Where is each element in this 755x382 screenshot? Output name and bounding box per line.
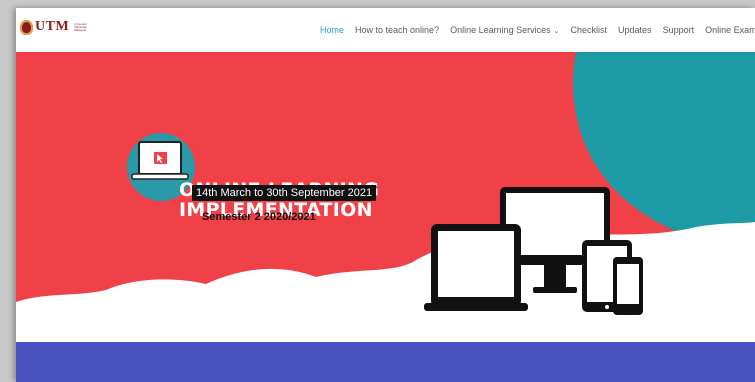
date-range-label: 14th March to 30th September 2021 xyxy=(192,185,377,201)
nav-support[interactable]: Support xyxy=(663,25,695,36)
semester-label: Semester 2 2020/2021 xyxy=(202,211,316,223)
site-header: UTM Universiti Teknologi Malaysia Home H… xyxy=(16,8,755,52)
browser-page: UTM Universiti Teknologi Malaysia Home H… xyxy=(16,8,755,382)
nav-home[interactable]: Home xyxy=(320,25,344,36)
utm-logo[interactable]: UTM Universiti Teknologi Malaysia xyxy=(20,19,98,35)
hero-banner: ONLINE LEARNING IMPLEMENTATION xyxy=(16,52,755,342)
main-nav: Home How to teach online? Online Learnin… xyxy=(320,25,755,36)
utm-crest-icon xyxy=(20,19,33,35)
nav-online-learning-services-label: Online Learning Services xyxy=(450,25,551,35)
laptop-icon xyxy=(424,224,528,311)
nav-how-to-teach[interactable]: How to teach online? xyxy=(355,25,439,36)
phone-icon xyxy=(613,257,643,315)
nav-updates[interactable]: Updates xyxy=(618,25,652,36)
nav-online-learning-services[interactable]: Online Learning Services ⌄ xyxy=(450,25,559,36)
hero-illustration xyxy=(16,52,755,342)
nav-checklist[interactable]: Checklist xyxy=(571,25,608,36)
chevron-down-icon: ⌄ xyxy=(553,28,560,35)
logo-subtext: Universiti Teknologi Malaysia xyxy=(74,21,87,32)
blue-section-strip xyxy=(16,342,755,382)
nav-online-exam[interactable]: Online Exam xyxy=(705,25,755,36)
logo-text: UTM xyxy=(35,19,70,34)
